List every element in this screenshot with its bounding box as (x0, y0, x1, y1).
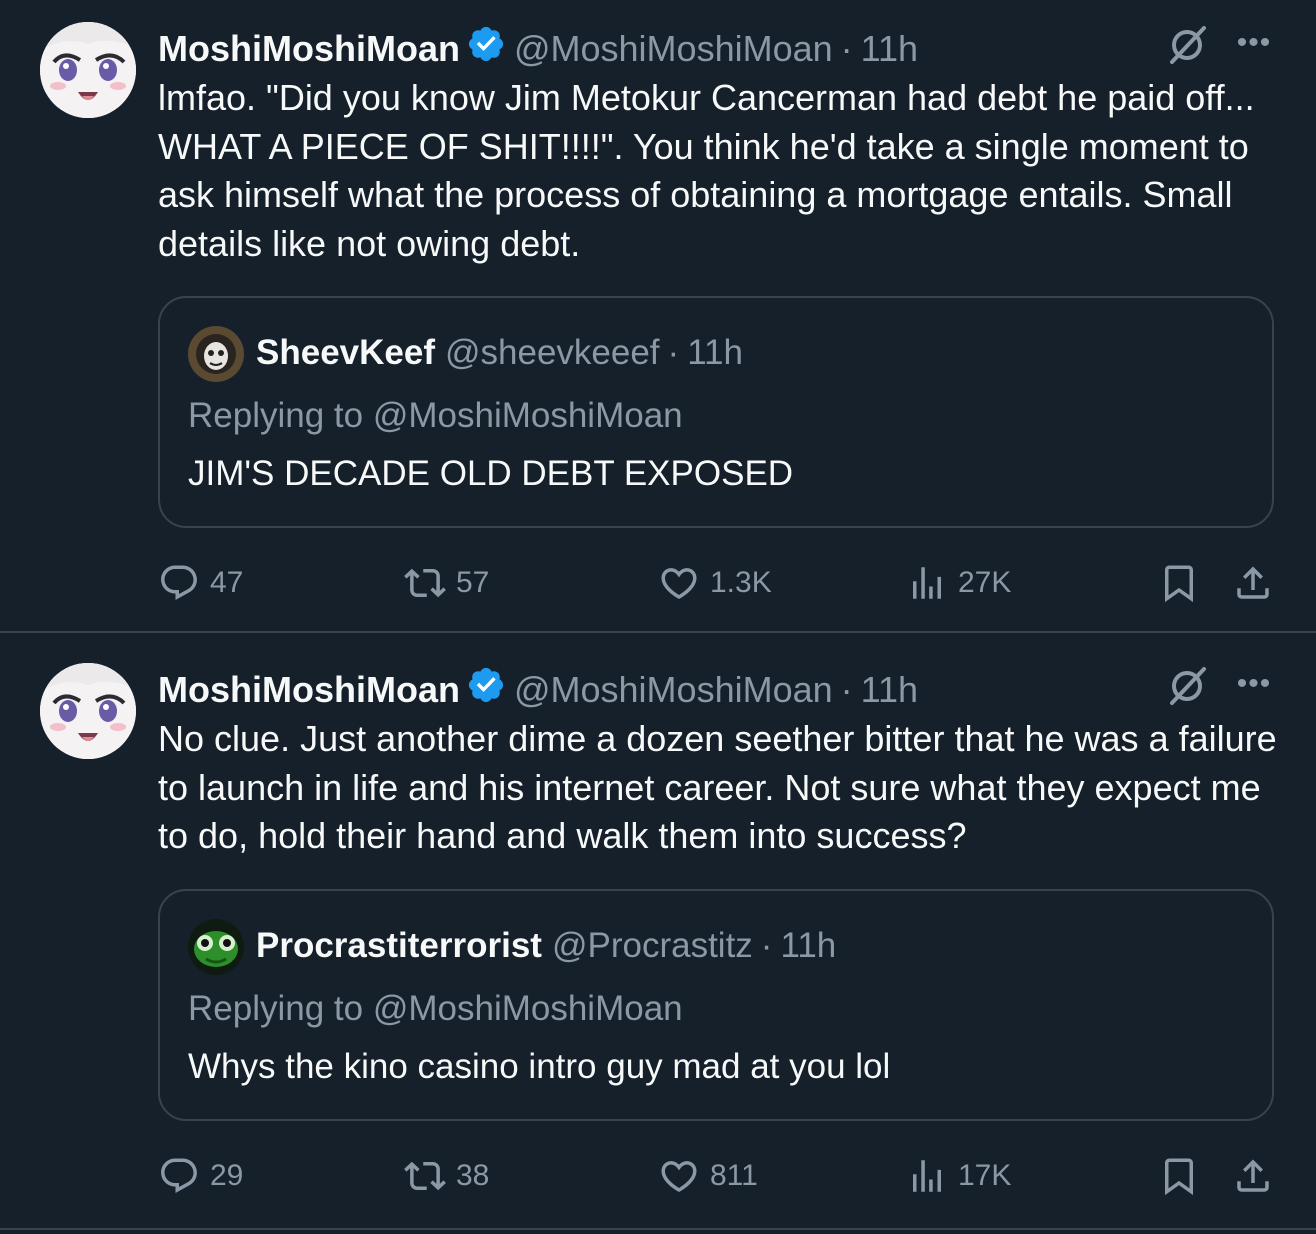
separator: · (760, 926, 773, 965)
quoted-tweet[interactable]: SheevKeef @sheevkeeef · 11h Replying to … (158, 296, 1274, 528)
handle[interactable]: @MoshiMoshiMoan (514, 668, 833, 712)
like-button[interactable]: 1.3K (658, 562, 772, 604)
repost-icon (404, 568, 446, 598)
quote-handle: @Procrastitz (551, 926, 753, 965)
reply-count: 47 (210, 566, 244, 599)
more-icon[interactable]: ••• (1234, 28, 1274, 64)
separator: · (840, 669, 853, 710)
tweet-text: lmfao. "Did you know Jim Metokur Cancerm… (158, 77, 1255, 264)
avatar[interactable] (40, 663, 136, 759)
tweet-text: No clue. Just another dime a dozen seeth… (158, 718, 1277, 856)
repost-button[interactable]: 38 (404, 1155, 489, 1197)
reply-icon (161, 1158, 197, 1193)
views-icon (913, 1160, 941, 1192)
reply-button[interactable]: 29 (158, 1155, 243, 1197)
views-icon (913, 567, 941, 599)
like-count: 811 (710, 1159, 758, 1192)
display-name[interactable]: MoshiMoshiMoan (158, 668, 460, 712)
avatar[interactable] (40, 22, 136, 118)
verified-badge-icon (460, 24, 514, 74)
more-icon[interactable]: ••• (1234, 669, 1274, 705)
like-icon (661, 1161, 697, 1193)
reply-icon (161, 565, 197, 600)
reply-button[interactable]: 47 (158, 562, 243, 604)
handle[interactable]: @MoshiMoshiMoan (514, 27, 833, 71)
repost-count: 38 (456, 1159, 490, 1192)
separator: · (840, 28, 853, 69)
repost-count: 57 (456, 566, 490, 599)
repost-button[interactable]: 57 (404, 562, 489, 604)
quote-text: Whys the kino casino intro guy mad at yo… (188, 1047, 891, 1086)
repost-icon (404, 1161, 446, 1191)
quote-display-name: SheevKeef (256, 333, 435, 372)
quote-timestamp: 11h (687, 333, 743, 372)
quote-header: Procrastiterrorist @Procrastitz · 11h (256, 925, 836, 967)
display-name[interactable]: MoshiMoshiMoan (158, 27, 460, 71)
replying-to: Replying to @MoshiMoshiMoan (188, 989, 683, 1028)
views-button[interactable]: 27K (906, 562, 1011, 604)
quote-header: SheevKeef @sheevkeeef · 11h (256, 332, 743, 374)
views-button[interactable]: 17K (906, 1155, 1011, 1197)
quote-handle: @sheevkeeef (444, 333, 660, 372)
tweet[interactable]: MoshiMoshiMoan @MoshiMoshiMoan · 11h •••… (0, 633, 1316, 1230)
like-count: 1.3K (710, 566, 772, 599)
timestamp[interactable]: 11h (861, 27, 918, 71)
replying-to: Replying to @MoshiMoshiMoan (188, 396, 683, 435)
quoted-tweet[interactable]: Procrastiterrorist @Procrastitz · 11h Re… (158, 889, 1274, 1121)
verified-badge-icon (460, 665, 514, 715)
like-button[interactable]: 811 (658, 1155, 758, 1197)
quote-timestamp: 11h (780, 926, 837, 965)
quote-avatar (188, 326, 244, 382)
reply-count: 29 (210, 1159, 244, 1192)
tweet-header: MoshiMoshiMoan @MoshiMoshiMoan · 11h (158, 24, 918, 74)
quote-display-name: Procrastiterrorist (256, 926, 542, 965)
quote-avatar (188, 919, 244, 975)
quote-text: JIM'S DECADE OLD DEBT EXPOSED (188, 454, 794, 493)
views-count: 17K (958, 1159, 1012, 1192)
views-count: 27K (958, 566, 1012, 599)
tweet-header: MoshiMoshiMoan @MoshiMoshiMoan · 11h (158, 665, 918, 715)
timestamp[interactable]: 11h (861, 668, 918, 712)
like-icon (661, 568, 697, 600)
tweet[interactable]: MoshiMoshiMoan @MoshiMoshiMoan · 11h •••… (0, 0, 1316, 633)
separator: · (667, 333, 680, 372)
